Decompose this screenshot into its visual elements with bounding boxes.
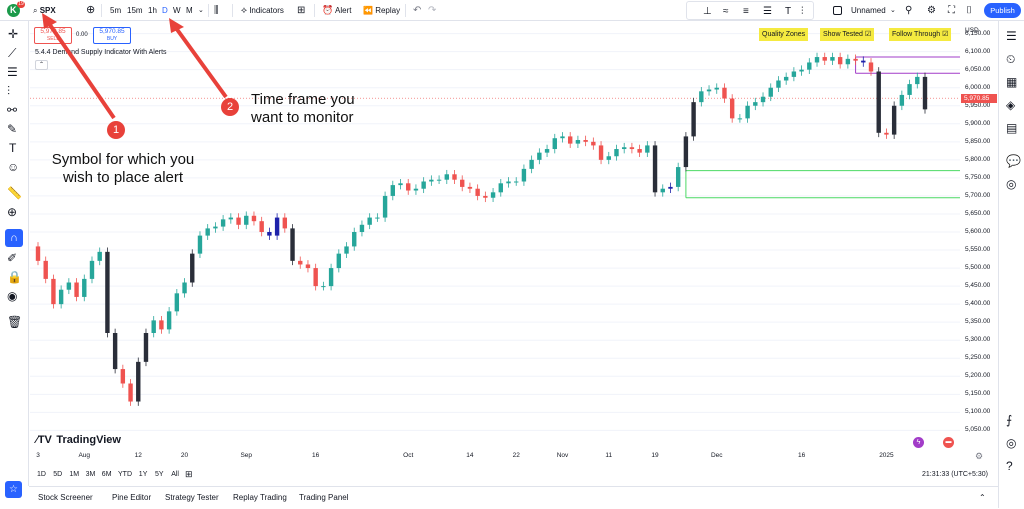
annotation-two-badge: 2 <box>221 98 239 116</box>
annotation-one-badge: 1 <box>107 121 125 139</box>
annotation-arrows <box>42 13 228 120</box>
arrow-two-shaft <box>174 26 228 99</box>
annotation-one-text: Symbol for which you wish to place alert <box>51 151 195 186</box>
arrow-one-shaft <box>46 20 116 120</box>
annotation-two-text: Time frame you want to monitor <box>251 91 355 126</box>
